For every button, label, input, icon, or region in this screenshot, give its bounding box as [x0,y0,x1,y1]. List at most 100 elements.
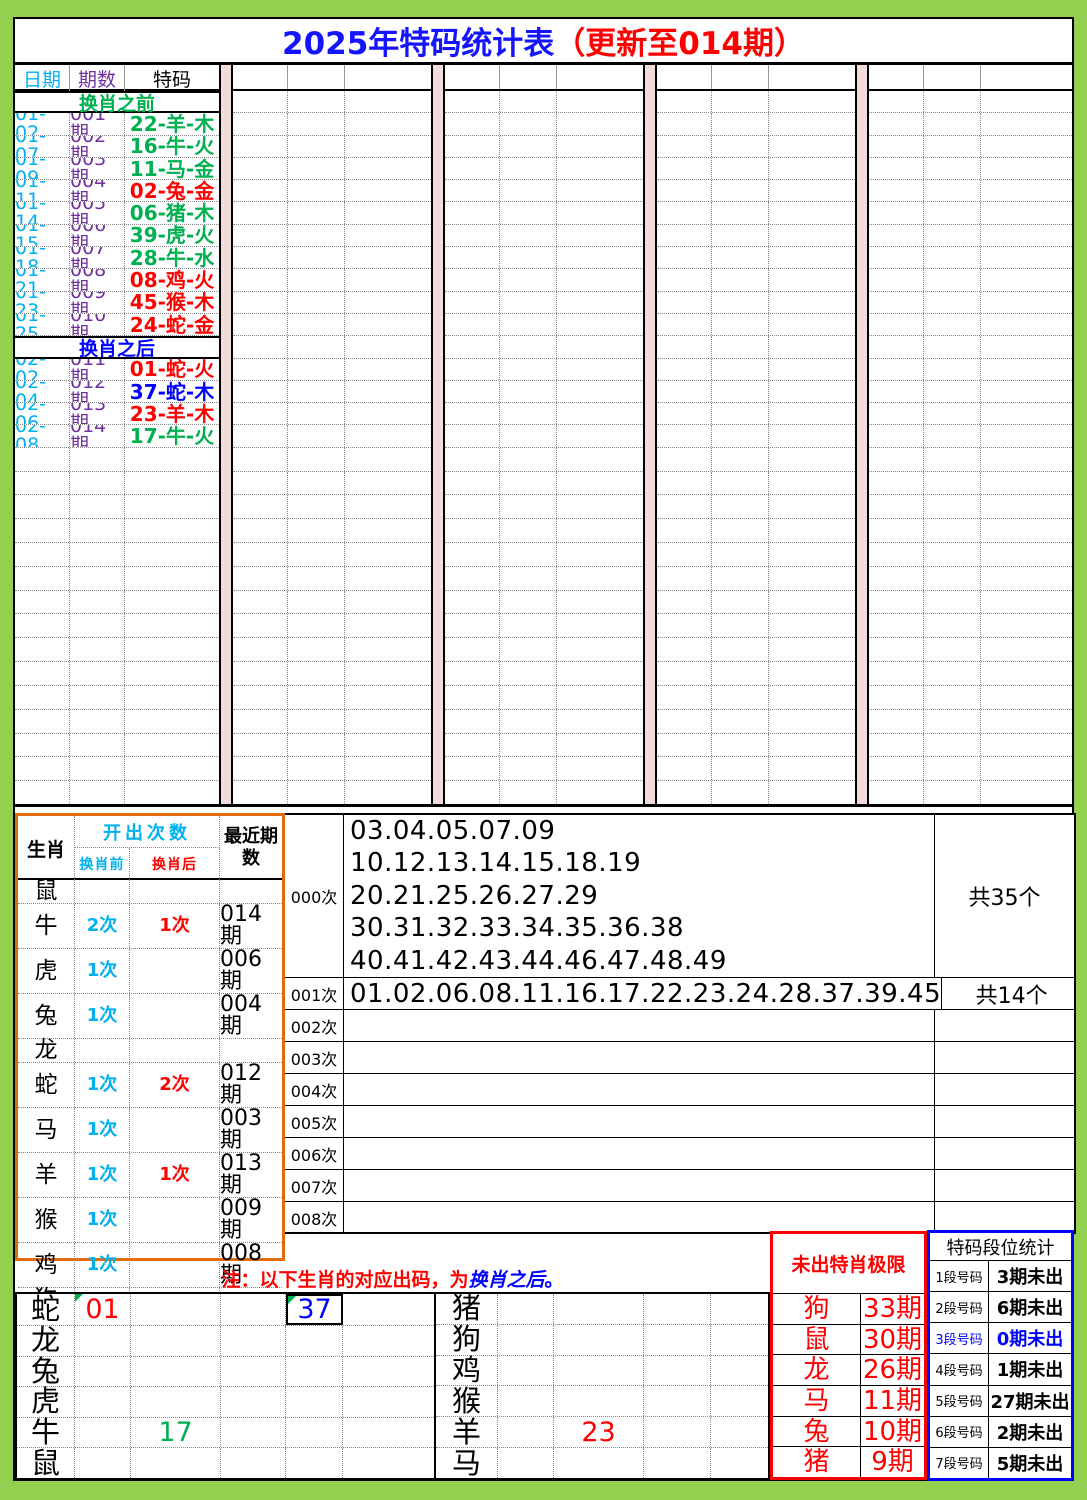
empty-row [233,662,431,686]
empty-row [869,269,1072,291]
empty-row [445,614,643,638]
frequency-count [935,1010,1074,1041]
frequency-count: 共14个 [942,978,1081,1010]
recent-period [220,880,282,903]
segment-row: 1段号码3期未出 [930,1261,1071,1292]
empty-row [15,757,219,781]
result-code: 01-蛇-火 [125,359,219,380]
empty-row [15,614,219,638]
segment-value: 5期未出 [989,1448,1071,1478]
result-code: 16-牛-火 [125,136,219,157]
empty-row [869,781,1072,804]
empty-row [445,662,643,686]
unseen-periods: 9期 [861,1447,924,1477]
segment-row: 5段号码27期未出 [930,1386,1071,1417]
empty-row [233,292,431,314]
frequency-row: 000次03.04.05.07.0910.12.13.14.15.18.1920… [285,815,1074,978]
empty-row [15,686,219,710]
empty-row [657,638,855,662]
result-code: 28-牛-水 [125,247,219,268]
unseen-row: 猪9期 [773,1447,924,1477]
result-row: 01-18007期28-牛-水 [15,247,219,269]
result-period: 005期 [70,202,125,223]
empty-row [657,567,855,591]
result-date: 02-02 [15,359,70,380]
header-date: 日期 [15,65,70,92]
frequency-count: 共35个 [935,815,1074,977]
segment-row: 7段号码5期未出 [930,1448,1071,1478]
comment-marker-icon [75,1294,83,1302]
result-code: 24-蛇-金 [125,314,219,335]
empty-row [445,543,643,567]
result-period: 014期 [70,425,125,446]
result-period: 012期 [70,381,125,402]
frequency-table: 000次03.04.05.07.0910.12.13.14.15.18.1920… [285,813,1076,1234]
empty-row [869,158,1072,180]
code-cell [554,1325,644,1355]
result-date: 01-07 [15,136,70,157]
frequency-label: 004次 [285,1074,344,1105]
empty-row [15,495,219,519]
count-after [130,1198,220,1242]
zodiac-label: 羊 [436,1417,498,1447]
empty-row [233,567,431,591]
unseen-zodiac: 马 [773,1386,861,1416]
code-cell [644,1386,711,1416]
code-cell [711,1386,768,1416]
zodiac-name: 蛇 [18,1063,75,1107]
results-header-row: 日期 期数 特码 [15,65,219,91]
frequency-row: 006次 [285,1138,1074,1170]
column-divider [219,65,233,804]
zodiac-stats-header: 生肖 开出次数 换肖前 换肖后 最近期数 [18,816,282,880]
empty-row [445,336,643,358]
frequency-numbers [344,1170,935,1201]
frequency-numbers [344,1202,935,1234]
zodiac-code-row: 马 [436,1448,768,1478]
code-cell [644,1417,711,1447]
number-line: 20.21.25.26.27.29 [350,880,934,912]
code-cell [498,1325,554,1355]
segment-value: 3期未出 [989,1261,1071,1291]
note-prefix: 注：以下生肖的对应出码，为 [221,1265,468,1292]
code-cell [75,1326,131,1356]
empty-row [657,734,855,758]
count-before [75,880,130,903]
empty-row [657,359,855,381]
empty-row [233,543,431,567]
empty-row [869,91,1072,113]
empty-row [233,158,431,180]
result-date: 02-04 [15,381,70,402]
count-after [130,994,220,1038]
empty-row [445,292,643,314]
result-period: 003期 [70,158,125,179]
code-cell: 37 [286,1294,343,1325]
count-before: 1次 [75,1198,130,1242]
number-line: 01.02.06.08.11.16.17.22.23.24.28.37.39.4… [350,978,941,1010]
zodiac-stats-row: 马1次003期 [18,1108,282,1153]
bottom-left-grid: 蛇0137龙兔虎牛17鼠 [15,1292,436,1480]
zodiac-code-row: 虎 [17,1387,434,1418]
result-row: 02-08014期17-牛-火 [15,425,219,447]
empty-results-group [869,65,1072,804]
empty-row [869,136,1072,158]
zodiac-code-row: 猴 [436,1386,768,1417]
zodiac-name: 鼠 [18,880,75,903]
code-cell [343,1326,434,1356]
empty-row [657,225,855,247]
number-line: 40.41.42.43.44.46.47.48.49 [350,945,934,977]
column-divider [643,65,657,804]
unseen-row: 马11期 [773,1386,924,1417]
count-before [75,1039,130,1062]
result-row: 02-04012期37-蛇-木 [15,381,219,403]
unseen-periods: 30期 [861,1325,924,1355]
count-before: 1次 [75,949,130,993]
empty-row [657,686,855,710]
empty-row [657,136,855,158]
empty-row [657,543,855,567]
empty-row [233,686,431,710]
code-cell [498,1294,554,1324]
frequency-label: 008次 [285,1202,344,1234]
empty-row [869,336,1072,358]
result-row: 01-09003期11-马-金 [15,158,219,180]
result-row: 01-11004期02-兔-金 [15,180,219,202]
